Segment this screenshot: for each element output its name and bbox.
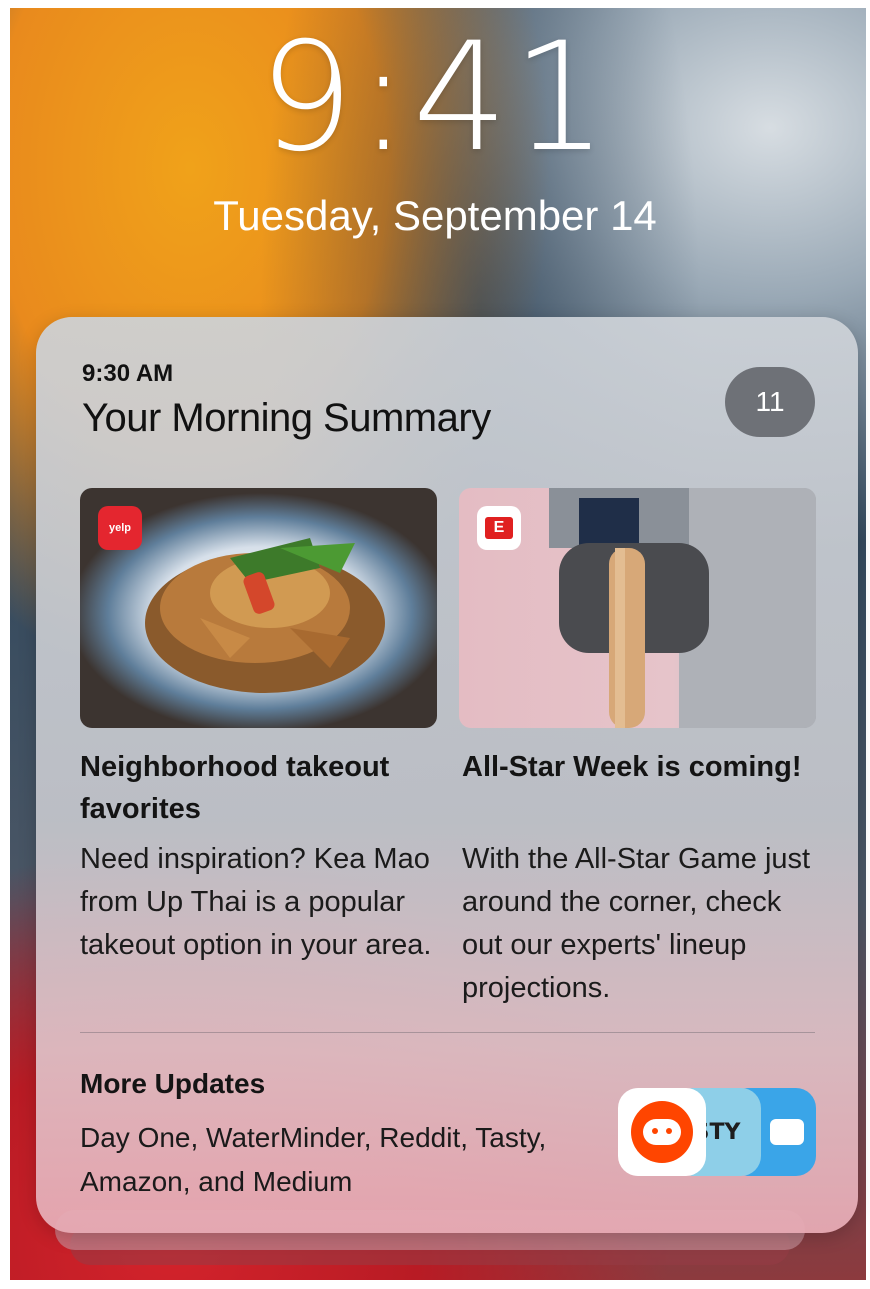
news-headline-allstar[interactable]: All-Star Week is coming! <box>462 746 827 788</box>
more-updates-app-icons[interactable]: STY <box>618 1088 818 1178</box>
more-updates-title[interactable]: More Updates <box>80 1068 265 1100</box>
message-icon-glyph <box>770 1119 804 1145</box>
allstar-thumbnail[interactable]: E <box>459 488 816 728</box>
yelp-icon: yelp <box>98 506 142 550</box>
espn-icon-label: E <box>485 517 513 539</box>
more-updates-apps: Day One, WaterMinder, Reddit, Tasty, Ama… <box>80 1122 547 1197</box>
takeout-thumbnail[interactable]: yelp <box>80 488 437 728</box>
news-headline-takeout[interactable]: Neighborhood takeout favorites <box>80 746 440 830</box>
lockscreen-date: Tuesday, September 14 <box>213 192 657 239</box>
reddit-icon-circle <box>631 1101 693 1163</box>
news-body-takeout: Need inspiration? Kea Mao from Up Thai i… <box>80 843 432 961</box>
news-body-allstar: With the All-Star Game just around the c… <box>462 843 811 1004</box>
yelp-icon-label: yelp <box>108 522 131 534</box>
summary-time: 9:30 AM <box>82 360 174 387</box>
notification-count-badge[interactable]: 11 <box>725 367 815 437</box>
reddit-icon <box>618 1088 706 1176</box>
section-divider <box>80 1032 815 1033</box>
espn-icon: E <box>477 506 521 550</box>
summary-title: Your Morning Summary <box>82 396 491 440</box>
reddit-icon-face <box>643 1119 681 1145</box>
lockscreen-clock: 9:41 <box>258 11 612 185</box>
